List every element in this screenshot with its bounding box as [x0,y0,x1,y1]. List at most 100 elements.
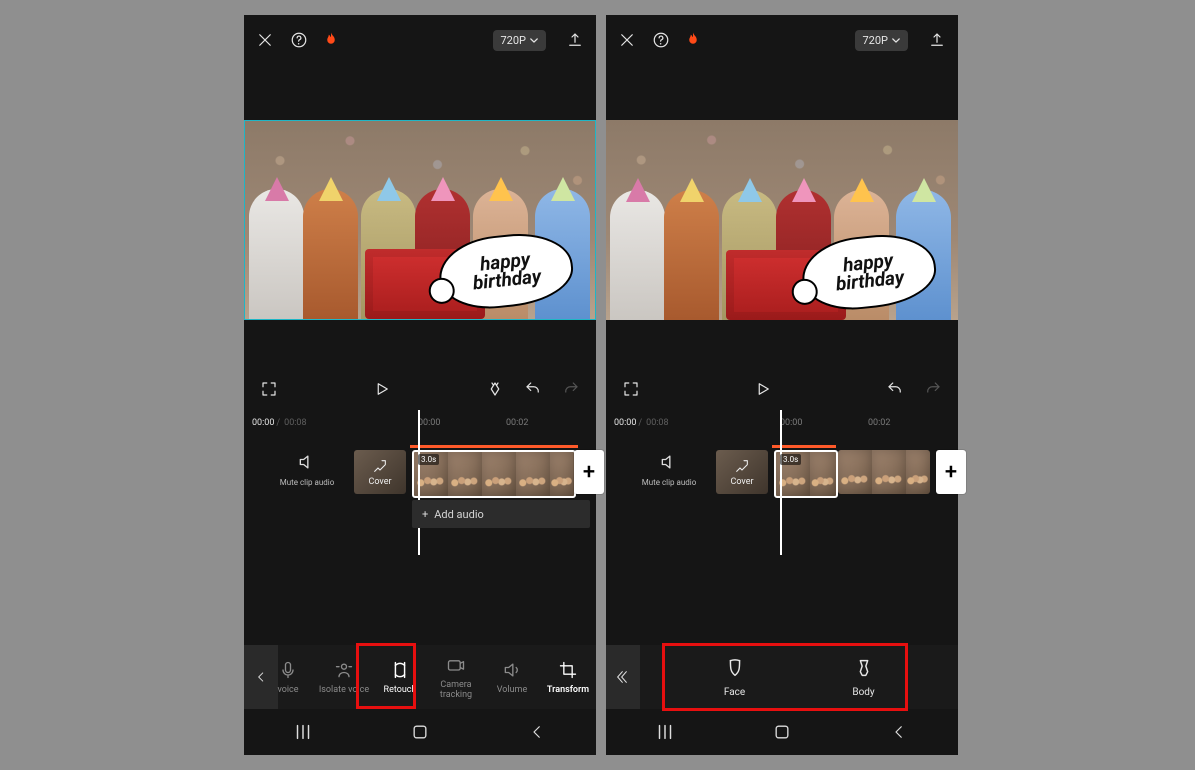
cover-label: Cover [730,477,753,487]
topbar: 720P [244,15,596,65]
time-total: 00:08 [646,418,668,428]
add-audio-label: Add audio [434,508,484,521]
tool-crop[interactable]: Transform [540,659,596,695]
time-current: 00:00 [252,418,274,428]
tool-retouch[interactable]: Retouch [372,659,428,695]
nav-home-icon[interactable] [390,722,450,742]
play-icon[interactable] [752,378,774,400]
body-icon [852,657,876,681]
nav-recents-icon[interactable] [273,721,333,743]
plus-icon: + [583,460,595,485]
chevron-down-icon [530,38,538,43]
nav-home-icon[interactable] [752,722,812,742]
phone-screenshot-left: 720P happy birthday [244,15,596,755]
export-icon[interactable] [926,29,948,51]
mute-clip-audio-button[interactable]: Mute clip audio [634,452,704,487]
tool-body[interactable]: Body [852,657,876,698]
resolution-label: 720P [501,34,527,47]
android-navbar [244,709,596,755]
phone-screenshot-right: 720P happy birthday [606,15,958,755]
video-preview[interactable]: happy birthday [244,120,596,320]
tool-label: voice [277,685,298,695]
tool-label: Body [852,687,874,698]
fullscreen-icon[interactable] [620,378,642,400]
timeline[interactable]: Mute clip audio Cover 3.0s + + Add a [244,450,596,508]
tool-label: Transform [547,685,589,695]
mute-label: Mute clip audio [272,478,342,487]
ruler-tick: 00:02 [506,418,528,428]
camera-icon [445,654,467,676]
android-navbar [606,709,958,755]
nav-back-icon[interactable] [507,723,567,741]
tool-label: Isolate voice [319,685,369,695]
redo-icon [560,378,582,400]
time-sep: / [638,418,642,428]
ruler-tick: 00:02 [868,418,890,428]
nav-recents-icon[interactable] [635,721,695,743]
undo-icon[interactable] [522,378,544,400]
add-clip-button[interactable]: + [936,450,966,494]
toolbar-items: voice Isolate voice Retouch Camera tracking… [260,645,596,709]
playhead[interactable] [780,410,782,555]
mic-icon [277,659,299,681]
plus-icon: + [945,460,957,485]
bottom-toolbar: Face Body [606,645,958,709]
flame-icon[interactable] [684,29,702,51]
chevron-down-icon [892,38,900,43]
playhead[interactable] [418,410,420,555]
fullscreen-icon[interactable] [258,378,280,400]
tool-label: Face [724,687,745,698]
close-icon[interactable] [254,29,276,51]
toolbar-items: Face Body [640,645,958,709]
undo-icon[interactable] [884,378,906,400]
isolate-icon [333,659,355,681]
ruler-tick: 00:00 [418,418,440,428]
topbar: 720P [606,15,958,65]
tool-face[interactable]: Face [723,657,747,698]
time-current: 00:00 [614,418,636,428]
tool-mic[interactable]: voice [260,659,316,695]
cover-button[interactable]: Cover [716,450,768,494]
add-audio-button[interactable]: + Add audio [412,500,590,528]
cover-label: Cover [368,477,391,487]
mute-clip-audio-button[interactable]: Mute clip audio [272,452,342,487]
toolbar-back-button[interactable] [606,645,640,709]
redo-icon [922,378,944,400]
timeline-clip[interactable]: 3.0s [412,450,576,498]
help-icon[interactable] [650,29,672,51]
help-icon[interactable] [288,29,310,51]
ruler-tick: 00:00 [780,418,802,428]
resolution-picker[interactable]: 720P [855,30,909,51]
play-icon[interactable] [371,378,393,400]
face-icon [723,657,747,681]
tool-speaker[interactable]: Volume [484,659,540,695]
bubble-text: happy birthday [470,249,542,292]
time-ruler[interactable]: 00:00 / 00:08 00:00 00:02 [606,416,958,430]
tool-label: Volume [497,685,527,695]
bubble-text: happy birthday [833,250,905,293]
clip-duration: 3.0s [418,454,439,465]
tool-isolate[interactable]: Isolate voice [316,659,372,695]
time-ruler[interactable]: 00:00 / 00:08 00:00 00:02 [244,416,596,430]
video-preview[interactable]: happy birthday [606,120,958,320]
cover-button[interactable]: Cover [354,450,406,494]
player-controls [244,375,596,403]
nav-back-icon[interactable] [869,723,929,741]
clip-duration: 3.0s [780,454,801,465]
mute-label: Mute clip audio [634,478,704,487]
keyframe-icon[interactable] [484,378,506,400]
tool-label: Camera tracking [428,680,484,700]
add-clip-button[interactable]: + [574,450,604,494]
timeline-clip[interactable]: 3.0s [774,450,838,498]
bottom-toolbar: voice Isolate voice Retouch Camera tracking… [244,645,596,709]
tool-camera[interactable]: Camera tracking [428,654,484,700]
time-total: 00:08 [284,418,306,428]
close-icon[interactable] [616,29,638,51]
export-icon[interactable] [564,29,586,51]
player-controls [606,375,958,403]
flame-icon[interactable] [322,29,340,51]
timeline[interactable]: Mute clip audio Cover 3.0s + [606,450,958,508]
resolution-picker[interactable]: 720P [493,30,547,51]
tool-label: Retouch [384,685,417,695]
retouch-icon [389,659,411,681]
